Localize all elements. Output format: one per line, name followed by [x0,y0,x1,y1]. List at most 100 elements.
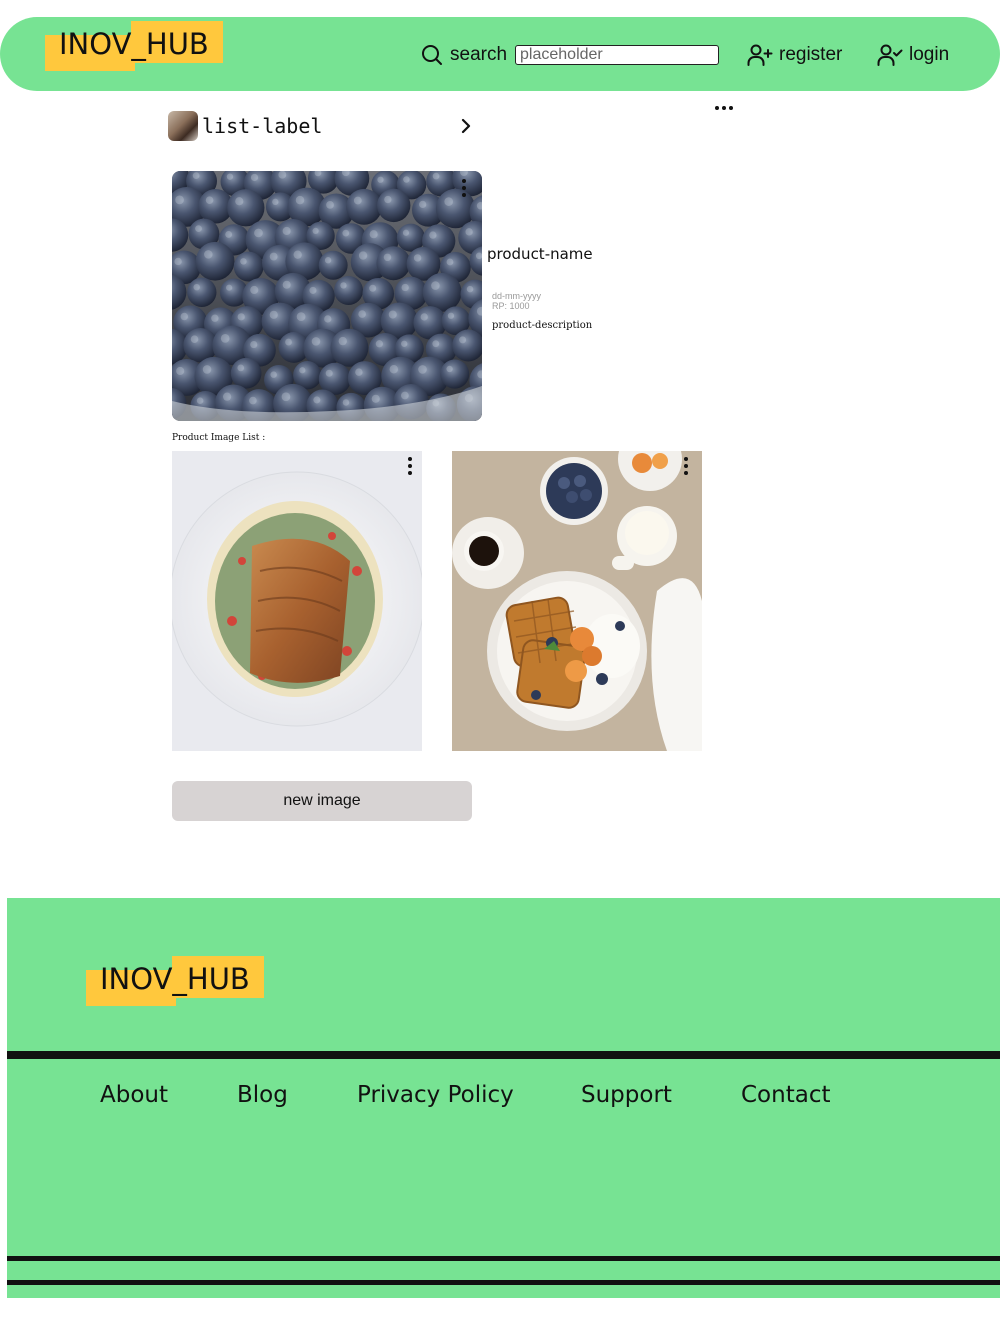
footer-link-support[interactable]: Support [581,1082,672,1108]
blueberry-highlight [446,365,453,373]
blueberry-highlight [202,365,212,374]
search-icon[interactable] [420,43,444,67]
footer-link-about[interactable]: About [100,1082,168,1108]
blueberry-highlight [401,340,408,347]
blueberry-highlight [175,195,184,205]
blueberry-highlight [466,285,474,293]
footer-logo[interactable]: INOV_HUB [86,956,266,1008]
blueberry-highlight [326,201,334,209]
divider [7,1280,1000,1285]
blueberry [440,359,470,389]
more-vertical-icon[interactable] [460,177,468,199]
footer-link-contact[interactable]: Contact [741,1082,830,1108]
user-check-icon [877,44,903,66]
blueberry-highlight [431,281,440,290]
search-bar: search [420,42,720,68]
blueberry-highlight [342,399,350,406]
blueberry-highlight [432,340,440,348]
blueberry-highlight [272,198,279,206]
blueberry-highlight [237,313,245,321]
blueberries-photo [172,171,482,421]
product-image[interactable] [172,171,482,421]
product-image-thumbnail[interactable] [172,451,422,751]
blueberry-highlight [446,258,454,266]
login-label: login [909,44,950,65]
blueberry-highlight [340,282,347,289]
blueberry-highlight [225,230,233,238]
blueberry-highlight [383,253,392,262]
blueberry-highlight [235,197,244,206]
blueberry-highlight [313,396,321,404]
blueberry-highlight [312,227,319,235]
blueberry-highlight [296,312,306,322]
login-link[interactable]: login [877,42,949,68]
blueberry-highlight [401,391,409,400]
logo[interactable]: INOV_HUB [45,21,225,73]
blueberry-highlight [196,397,204,405]
blueberry-highlight [375,340,384,348]
blueberry-highlight [377,176,384,183]
blueberry [330,328,369,367]
product-price: RP: 1000 [492,301,530,311]
blueberry-highlight [226,173,234,180]
blueberry [422,272,462,312]
blueberry [227,189,265,227]
blueberry-highlight [176,366,185,376]
divider [7,1051,1000,1059]
salmon-photo [172,451,422,751]
register-link[interactable]: register [747,42,842,68]
blueberry-highlight [465,228,473,236]
blueberry-highlight [371,394,380,403]
blueberry [346,188,383,225]
product-name: product-name [487,245,593,263]
search-input[interactable] [515,45,720,65]
blueberry [233,251,264,282]
logo-text: INOV_HUB [100,962,250,996]
blueberry-highlight [285,338,292,346]
product-image-thumbnail[interactable] [452,451,702,751]
blueberry-highlight [413,254,422,262]
blueberry-highlight [432,172,440,180]
divider [7,1256,1000,1261]
blueberry-highlight [309,286,317,294]
product-date: dd-mm-yyyy [492,291,541,301]
blueberry-highlight [180,312,189,321]
list-header[interactable]: list-label [168,111,478,141]
chevron-right-icon[interactable] [456,116,476,136]
search-label: search [450,44,508,65]
blueberry-highlight [204,250,213,259]
blueberry-highlight [226,284,233,291]
blueberry-highlight [195,225,202,233]
new-image-button[interactable]: new image [172,781,472,821]
blueberry-highlight [293,250,302,259]
blueberry [230,357,262,389]
blueberry-highlight [254,228,263,238]
blueberry-highlight [419,200,427,209]
more-horizontal-icon[interactable] [712,100,736,116]
blueberry-highlight [205,196,214,204]
footer-link-privacy-policy[interactable]: Privacy Policy [357,1082,514,1108]
blueberry-highlight [420,313,428,321]
blueberry-highlight [418,365,427,374]
blueberry-highlight [220,334,230,343]
more-vertical-icon[interactable] [406,455,414,477]
waffle-breakfast-photo [452,451,702,751]
blueberry-highlight [447,312,455,319]
blueberry [195,241,235,281]
blueberry-highlight [353,196,362,205]
blueberry-highlight [311,337,321,346]
register-label: register [779,44,843,65]
blueberry-highlight [358,251,368,260]
blueberry-highlight [295,195,305,205]
blueberry-highlight [192,172,200,180]
more-vertical-icon[interactable] [682,455,690,477]
blueberry-highlight [281,392,291,402]
blueberry-highlight [358,310,366,318]
product-description: product-description [492,320,593,331]
blueberry-highlight [401,283,409,292]
blueberry-highlight [282,226,291,236]
blueberry-highlight [389,365,399,374]
footer-link-blog[interactable]: Blog [237,1082,288,1108]
image-list-label: Product Image List : [172,433,266,443]
blueberry-highlight [402,229,410,236]
